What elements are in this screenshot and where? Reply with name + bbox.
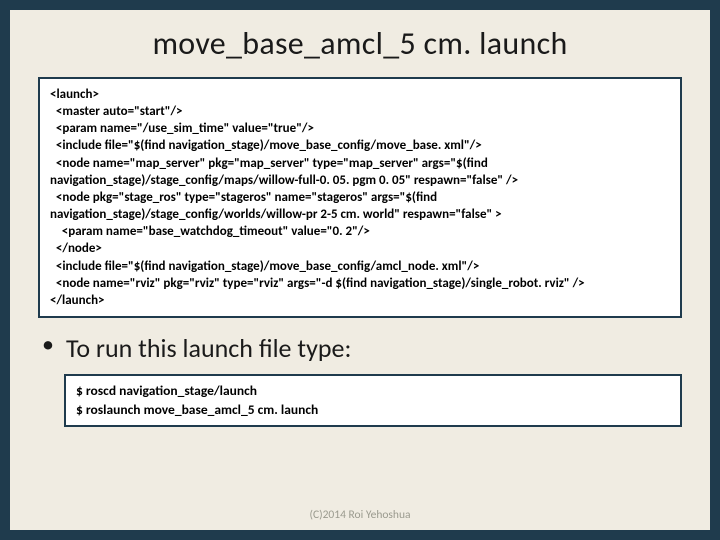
launch-file-code: <launch> <master auto="start"/> <param n… (38, 77, 682, 318)
slide-container: move_base_amcl_5 cm. launch <launch> <ma… (10, 10, 710, 530)
bullet-text: To run this launch file type: (66, 332, 351, 364)
bullet-item: • To run this launch file type: (42, 332, 682, 364)
copyright-footer: (C)2014 Roi Yehoshua (10, 508, 710, 522)
terminal-commands: $ roscd navigation_stage/launch $ roslau… (64, 374, 682, 427)
slide-title: move_base_amcl_5 cm. launch (38, 24, 682, 63)
bullet-marker: • (42, 332, 54, 358)
